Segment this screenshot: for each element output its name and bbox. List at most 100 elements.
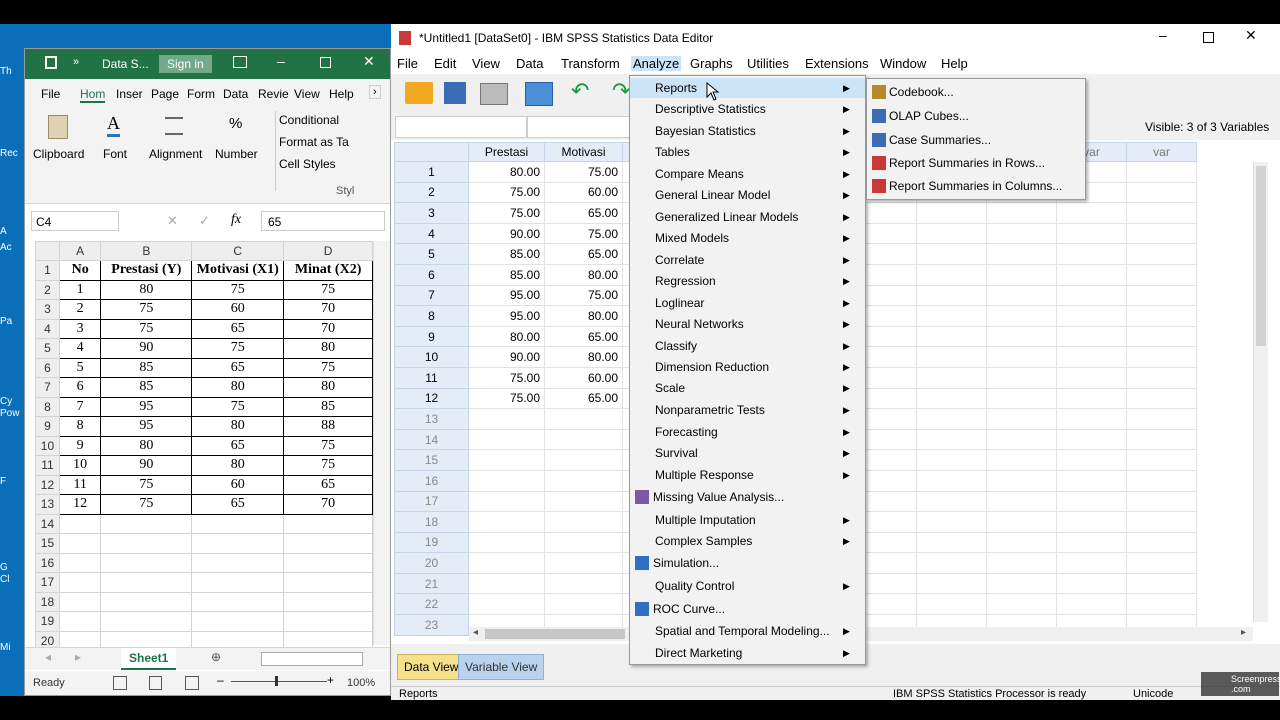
check-icon[interactable]: ✓ xyxy=(199,213,210,229)
empty-cell[interactable] xyxy=(986,284,1057,307)
menu-data[interactable]: Data xyxy=(516,56,543,71)
desktop-icon-label[interactable]: F xyxy=(0,476,26,487)
menu-item[interactable]: General Linear Model ▶ xyxy=(630,185,865,205)
empty-cell[interactable] xyxy=(1056,243,1127,265)
data-cell[interactable]: 75 xyxy=(100,474,193,495)
menu-item[interactable]: Compare Means ▶ xyxy=(630,164,865,184)
empty-cell[interactable] xyxy=(986,222,1057,245)
save-icon[interactable] xyxy=(45,56,57,69)
empty-cell[interactable] xyxy=(986,202,1057,224)
empty-cell[interactable] xyxy=(1056,449,1127,471)
menu-graphs[interactable]: Graphs xyxy=(690,56,733,71)
data-cell[interactable]: 85.00 xyxy=(468,243,545,265)
menu-extensions[interactable]: Extensions xyxy=(805,56,869,71)
desktop-icon-label[interactable]: Cy xyxy=(0,396,26,407)
data-cell[interactable]: 80 xyxy=(191,416,285,437)
empty-cell[interactable] xyxy=(1056,366,1127,389)
desktop-icon-label[interactable]: Pow xyxy=(0,408,26,419)
menu-edit[interactable]: Edit xyxy=(434,56,456,71)
menu-item[interactable]: Loglinear ▶ xyxy=(630,293,865,313)
data-cell[interactable]: 65.00 xyxy=(544,202,623,224)
page-break-icon[interactable] xyxy=(185,676,199,690)
row-number[interactable]: 2 xyxy=(394,181,469,204)
data-cell[interactable]: 8 xyxy=(58,416,102,437)
row-number[interactable]: 23 xyxy=(394,614,469,636)
select-all-corner[interactable] xyxy=(35,241,60,261)
menu-item[interactable]: Missing Value Analysis... xyxy=(630,487,865,507)
data-cell[interactable] xyxy=(544,552,623,574)
name-box[interactable]: C4 xyxy=(31,211,119,231)
data-cell[interactable]: 75 xyxy=(100,299,193,320)
data-cell[interactable]: 7 xyxy=(58,396,102,417)
data-cell[interactable] xyxy=(468,428,545,451)
empty-cell[interactable] xyxy=(1126,408,1197,430)
submenu-item[interactable]: Case Summaries... xyxy=(867,129,1085,151)
empty-cell[interactable] xyxy=(916,346,987,368)
data-cell[interactable]: 75.00 xyxy=(544,284,623,307)
function-icon[interactable]: fx xyxy=(231,212,241,228)
row-number[interactable]: 21 xyxy=(394,572,469,595)
empty-cell[interactable] xyxy=(283,611,373,632)
menu-item[interactable]: Descriptive Statistics ▶ xyxy=(630,99,865,119)
row-header[interactable]: 10 xyxy=(35,435,60,456)
desktop-icon-label[interactable]: Pa xyxy=(0,316,26,327)
data-cell[interactable]: 65 xyxy=(191,318,285,339)
scroll-right-icon[interactable]: ▸ xyxy=(1241,627,1246,638)
data-cell[interactable]: 75 xyxy=(191,338,285,359)
empty-cell[interactable] xyxy=(58,513,102,534)
empty-cell[interactable] xyxy=(1126,222,1197,245)
empty-cell[interactable] xyxy=(1056,572,1127,595)
empty-cell[interactable] xyxy=(916,469,987,492)
normal-view-icon[interactable] xyxy=(113,676,127,690)
row-number[interactable]: 22 xyxy=(394,593,469,616)
data-cell[interactable]: 75.00 xyxy=(468,366,545,389)
zoom-level[interactable]: 100% xyxy=(347,677,375,689)
empty-cell[interactable] xyxy=(58,591,102,612)
desktop-icon-label[interactable]: Th xyxy=(0,66,26,77)
tab-page[interactable]: Page xyxy=(151,87,179,101)
cancel-icon[interactable]: ✕ xyxy=(167,213,178,229)
row-number[interactable]: 14 xyxy=(394,428,469,451)
close-icon[interactable]: ✕ xyxy=(1245,27,1257,44)
column-header-motivasi[interactable]: Motivasi xyxy=(544,142,623,162)
header-cell[interactable]: Motivasi (X1) xyxy=(191,260,285,281)
empty-cell[interactable] xyxy=(986,366,1057,389)
row-number[interactable]: 19 xyxy=(394,531,469,554)
tab-formulas[interactable]: Form xyxy=(187,87,215,101)
data-cell[interactable]: 11 xyxy=(58,474,102,495)
data-cell[interactable]: 75 xyxy=(283,455,373,476)
data-cell[interactable] xyxy=(468,469,545,492)
empty-cell[interactable] xyxy=(58,552,102,573)
save-icon[interactable] xyxy=(444,82,466,104)
undo-icon[interactable]: ↶ xyxy=(571,78,589,104)
row-number[interactable]: 16 xyxy=(394,469,469,492)
data-cell[interactable]: 1 xyxy=(58,279,102,300)
data-cell[interactable]: 65 xyxy=(283,474,373,495)
empty-cell[interactable] xyxy=(1126,572,1197,595)
row-header[interactable]: 13 xyxy=(35,494,60,515)
empty-cell[interactable] xyxy=(916,593,987,616)
menu-item[interactable]: Multiple Response ▶ xyxy=(630,465,865,485)
row-number[interactable]: 15 xyxy=(394,449,469,471)
empty-cell[interactable] xyxy=(986,305,1057,327)
empty-cell[interactable] xyxy=(916,428,987,451)
menu-item[interactable]: Regression ▶ xyxy=(630,271,865,291)
empty-cell[interactable] xyxy=(1056,325,1127,348)
zoom-slider-thumb[interactable] xyxy=(275,676,278,686)
empty-cell[interactable] xyxy=(100,572,193,593)
minimize-icon[interactable]: – xyxy=(277,53,285,69)
empty-cell[interactable] xyxy=(986,263,1057,286)
empty-cell[interactable] xyxy=(1056,408,1127,430)
empty-cell[interactable] xyxy=(1126,305,1197,327)
empty-cell[interactable] xyxy=(986,593,1057,616)
row-number[interactable]: 17 xyxy=(394,490,469,513)
column-header[interactable]: B xyxy=(100,241,193,261)
data-cell[interactable] xyxy=(544,449,623,471)
empty-cell[interactable] xyxy=(1126,469,1197,492)
menu-view[interactable]: View xyxy=(472,56,500,71)
row-number[interactable]: 18 xyxy=(394,511,469,533)
minimize-icon[interactable]: – xyxy=(1159,27,1167,43)
redo-icon[interactable]: ↷ xyxy=(612,78,630,104)
empty-cell[interactable] xyxy=(283,552,373,573)
row-number[interactable]: 3 xyxy=(394,202,469,224)
